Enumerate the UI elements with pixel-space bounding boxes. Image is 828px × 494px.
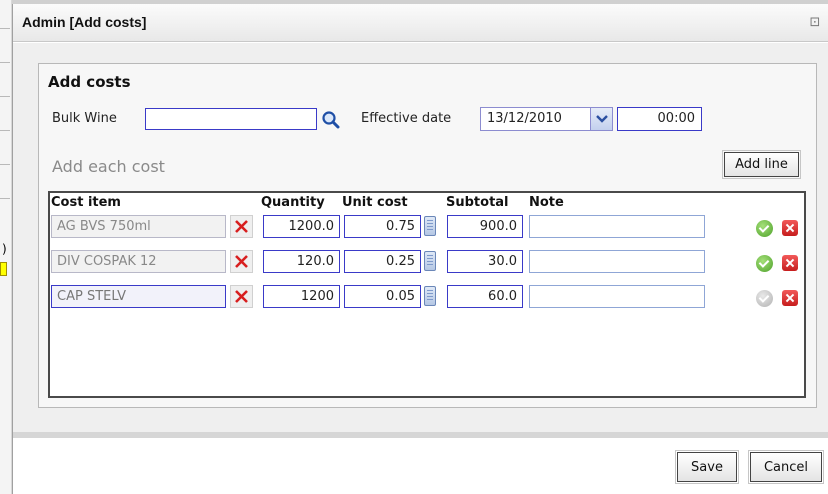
effective-date-select[interactable]: 13/12/2010: [480, 107, 613, 131]
add-line-button[interactable]: Add line: [722, 150, 801, 179]
time-input[interactable]: 00:00: [617, 107, 702, 131]
close-icon[interactable]: ⊡: [806, 14, 824, 32]
time-value: 00:00: [657, 111, 695, 126]
unit-cost-field[interactable]: 0.75: [344, 215, 421, 238]
calculator-icon[interactable]: [424, 251, 436, 271]
unit-cost-field[interactable]: 0.25: [344, 250, 421, 273]
effective-date-value: 13/12/2010: [487, 111, 562, 126]
dialog-title: Admin [Add costs]: [22, 14, 147, 30]
remove-icon[interactable]: [782, 290, 798, 306]
close-icon[interactable]: [230, 215, 253, 238]
bulk-wine-input[interactable]: [145, 108, 317, 130]
background-highlight: [0, 262, 7, 276]
column-header-unit-cost: Unit cost: [342, 195, 408, 210]
quantity-field[interactable]: 120.0: [263, 250, 340, 273]
add-costs-panel: Add costs Bulk Wine Effective date 13/12…: [38, 63, 817, 408]
column-header-subtotal: Subtotal: [446, 195, 509, 210]
cost-item-field[interactable]: DIV COSPAK 12: [51, 250, 226, 273]
close-icon[interactable]: [230, 285, 253, 308]
costs-grid: Cost item Quantity Unit cost Subtotal No…: [48, 191, 806, 398]
column-header-note: Note: [529, 195, 564, 210]
subtotal-field[interactable]: 30.0: [447, 250, 523, 273]
column-header-cost-item: Cost item: [51, 195, 121, 210]
dialog-body: Add costs Bulk Wine Effective date 13/12…: [13, 43, 828, 432]
unit-cost-field[interactable]: 0.05: [344, 285, 421, 308]
note-field[interactable]: [529, 250, 705, 273]
background-fragment: ): [2, 242, 7, 256]
remove-icon[interactable]: [782, 220, 798, 236]
search-icon[interactable]: [320, 109, 342, 131]
dialog-titlebar: Admin [Add costs] ⊡: [13, 4, 828, 42]
column-header-quantity: Quantity: [261, 195, 325, 210]
effective-date-label: Effective date: [361, 111, 452, 126]
cost-item-field[interactable]: AG BVS 750ml: [51, 215, 226, 238]
chevron-down-icon[interactable]: [590, 108, 612, 130]
panel-title: Add costs: [48, 73, 131, 91]
check-circle-icon[interactable]: [756, 255, 773, 272]
check-circle-icon[interactable]: [756, 220, 773, 237]
subtotal-field[interactable]: 900.0: [447, 215, 523, 238]
cancel-button[interactable]: Cancel: [748, 450, 824, 484]
quantity-field[interactable]: 1200: [263, 285, 340, 308]
note-field[interactable]: [529, 215, 705, 238]
calculator-icon[interactable]: [424, 286, 436, 306]
add-costs-dialog: Admin [Add costs] ⊡ Add costs Bulk Wine …: [12, 4, 828, 494]
close-icon[interactable]: [230, 250, 253, 273]
check-circle-icon[interactable]: [756, 290, 773, 307]
subtotal-field[interactable]: 60.0: [447, 285, 523, 308]
remove-icon[interactable]: [782, 255, 798, 271]
section-title: Add each cost: [52, 157, 165, 176]
quantity-field[interactable]: 1200.0: [263, 215, 340, 238]
dialog-footer: Save Cancel: [13, 432, 828, 494]
bulk-wine-label: Bulk Wine: [52, 111, 117, 126]
note-field[interactable]: [529, 285, 705, 308]
cost-item-field[interactable]: CAP STELV: [51, 285, 226, 308]
calculator-icon[interactable]: [424, 216, 436, 236]
save-button[interactable]: Save: [675, 450, 739, 484]
